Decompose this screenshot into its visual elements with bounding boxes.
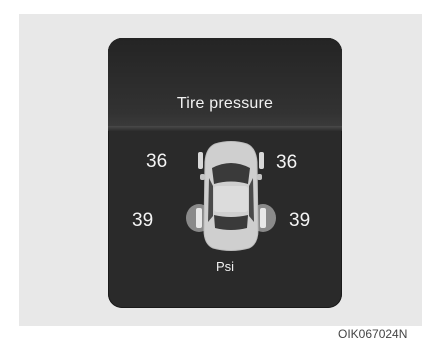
right-mirror xyxy=(257,174,262,180)
front-right-tire xyxy=(259,152,264,169)
windshield xyxy=(212,163,250,184)
rear-window xyxy=(214,215,248,230)
tire-front-left-pressure: 36 xyxy=(146,151,168,172)
display-title: Tire pressure xyxy=(176,95,274,112)
rear-right-tire xyxy=(260,208,266,228)
roof xyxy=(214,186,248,212)
header-divider xyxy=(108,126,342,131)
front-left-tire xyxy=(198,152,203,169)
tire-front-right-pressure: 36 xyxy=(276,152,298,173)
rear-left-tire xyxy=(196,208,202,228)
pressure-unit-label: Psi xyxy=(215,259,235,274)
left-mirror xyxy=(200,174,205,180)
tire-rear-right-pressure: 39 xyxy=(289,210,311,231)
car-top-view-icon xyxy=(186,141,276,251)
figure-code: OIK067024N xyxy=(338,327,408,341)
tire-rear-left-pressure: 39 xyxy=(132,210,154,231)
